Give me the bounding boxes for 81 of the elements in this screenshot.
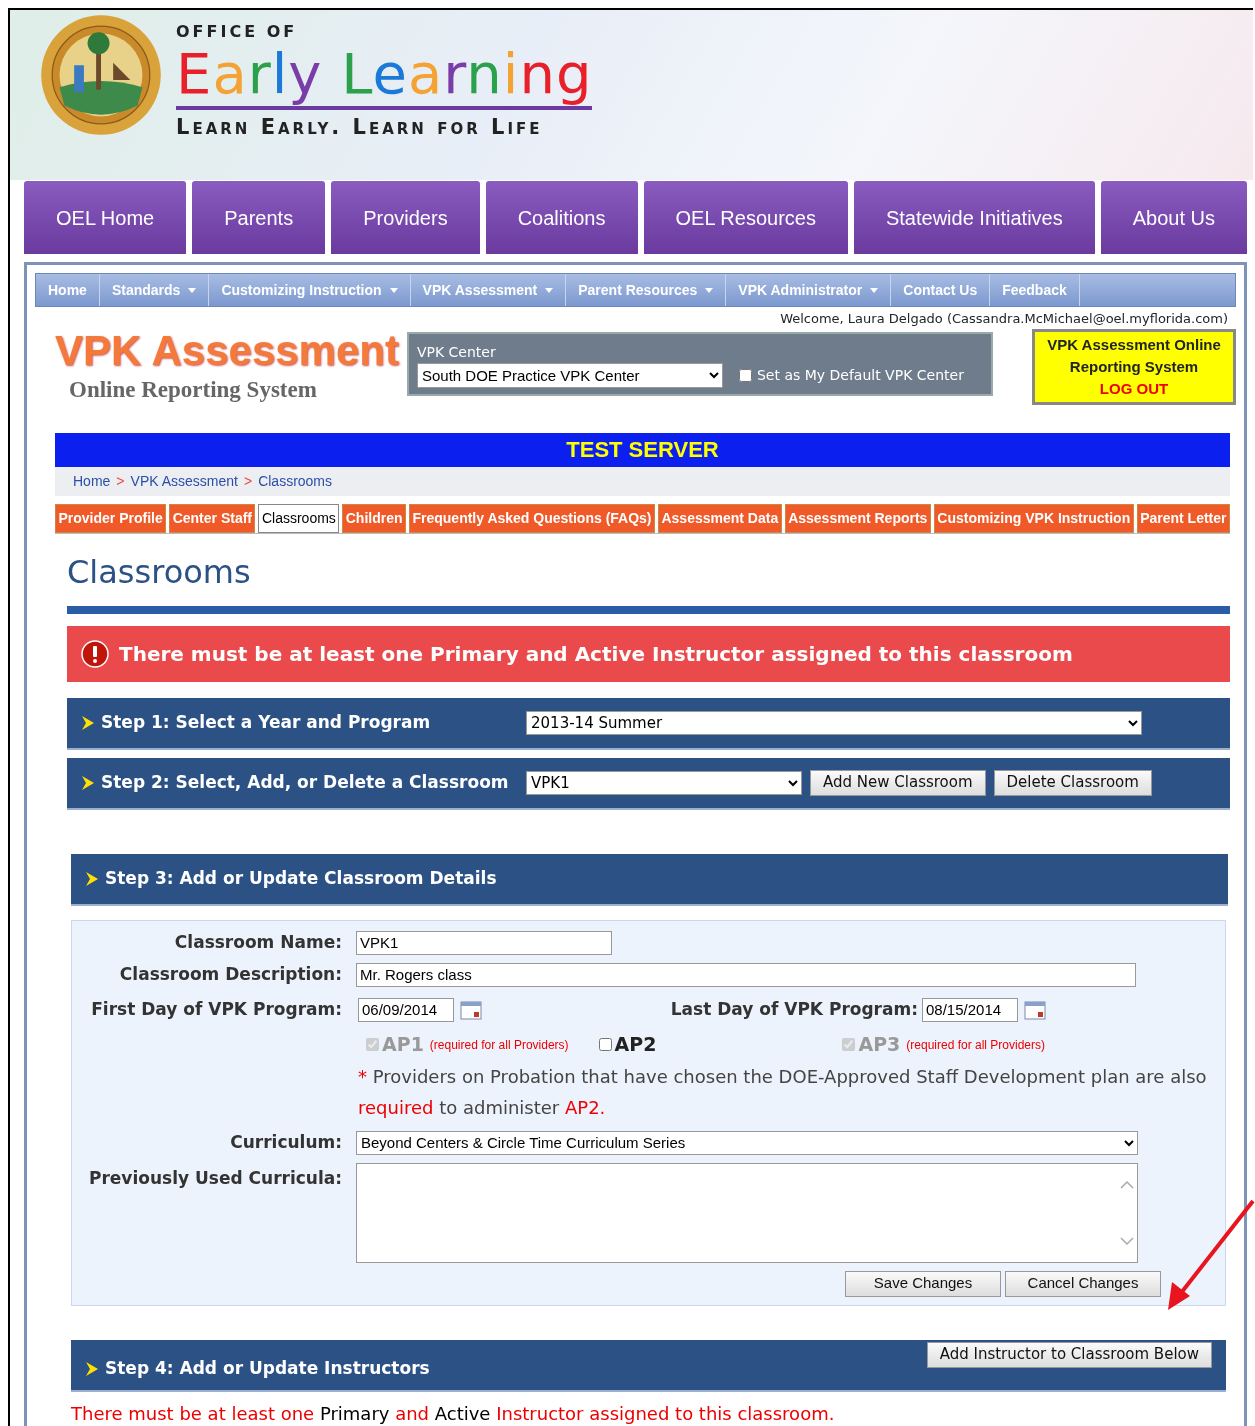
- page-title: Classrooms: [66, 551, 252, 593]
- page-tab[interactable]: Customizing VPK Instruction: [933, 503, 1134, 533]
- assessment-note: (required for all Providers): [906, 1036, 1045, 1054]
- page-tab[interactable]: Children: [342, 503, 406, 533]
- caret-icon: [870, 287, 879, 293]
- breadcrumb-link[interactable]: Home: [73, 472, 111, 489]
- warning-icon: [81, 639, 109, 668]
- assessment-checkbox[interactable]: [598, 1038, 612, 1051]
- welcome-text: Welcome, Laura Delgado (Cassandra.McMichael@oel.myflorida.com): [779, 310, 1229, 328]
- page-tab[interactable]: Assessment Data: [658, 503, 782, 533]
- classroom-button[interactable]: Delete Classroom: [993, 769, 1152, 796]
- step-title: Step 1: Select a Year and Program: [101, 710, 431, 734]
- classroom-select[interactable]: VPK1: [526, 770, 802, 795]
- instructor-notice: There must be at least one Primary and Active Instructor assigned to this classroom.: [70, 1401, 836, 1426]
- main-nav-link[interactable]: OEL Resources: [643, 181, 848, 254]
- probation-note: * Providers on Probation that have chosen the DOE-Approved Staff Development plan are also required to administer AP2.: [357, 1064, 1208, 1120]
- classroom-description-field[interactable]: Mr. Rogers class: [356, 962, 1136, 987]
- main-nav-link[interactable]: Coalitions: [485, 181, 638, 254]
- app-logo-title: VPK Assessment: [55, 328, 399, 373]
- breadcrumb-link[interactable]: Classrooms: [258, 472, 333, 489]
- caret-icon: [389, 287, 398, 293]
- page-tab[interactable]: Center Staff: [169, 503, 256, 533]
- assessment-label: AP3: [858, 1032, 901, 1058]
- assessment-note: (required for all Providers): [429, 1036, 569, 1054]
- logout-panel-title: VPK Assessment Online Reporting System: [1046, 334, 1222, 377]
- page-tab[interactable]: Frequently Asked Questions (FAQs): [409, 503, 655, 533]
- main-nav-link[interactable]: Parents: [192, 181, 326, 254]
- logo-title: Early Learning: [176, 44, 593, 110]
- default-checkbox-label: Set as My Default VPK Center: [756, 365, 964, 385]
- previous-curricula-field[interactable]: [356, 1162, 1138, 1263]
- vpk-center-label: VPK Center: [416, 342, 497, 362]
- field-label: Classroom Name:: [173, 930, 343, 954]
- assessment-label: AP2: [614, 1032, 657, 1058]
- field-label: Last Day of VPK Program:: [669, 997, 919, 1021]
- logo-tagline: Learn Early. Learn for Life: [176, 114, 544, 141]
- caret-icon: [545, 287, 554, 293]
- main-nav-link[interactable]: Statewide Initiatives: [853, 181, 1095, 254]
- logout-link[interactable]: LOG OUT: [1099, 379, 1169, 397]
- curriculum-select[interactable]: Beyond Centers & Circle Time Curriculum Series: [356, 1130, 1138, 1155]
- breadcrumb-separator: >: [116, 472, 125, 489]
- test-server-banner: TEST SERVER: [55, 432, 1230, 467]
- assessment-label: AP1: [382, 1032, 424, 1058]
- chevron-icon: [81, 714, 95, 731]
- chevron-icon: [85, 870, 99, 887]
- page-tab[interactable]: Assessment Reports: [784, 503, 931, 533]
- default-checkbox[interactable]: [738, 368, 752, 382]
- first-day-field[interactable]: 06/09/2014: [358, 997, 454, 1022]
- caret-icon: [188, 287, 197, 293]
- field-label: Classroom Description:: [118, 962, 343, 986]
- page-tab[interactable]: Classrooms: [258, 503, 340, 533]
- calendar-icon[interactable]: [1024, 1000, 1046, 1021]
- year-program-select[interactable]: 2013-14 Summer: [526, 710, 1142, 735]
- page-tab[interactable]: Parent Letter: [1136, 503, 1230, 533]
- logo-overline: OFFICE OF: [176, 21, 299, 43]
- main-nav-link[interactable]: OEL Home: [24, 181, 187, 254]
- chevron-icon: [85, 1360, 99, 1377]
- caret-icon: [705, 287, 714, 293]
- step-title: Step 2: Select, Add, or Delete a Classroom: [101, 770, 509, 794]
- main-nav-link[interactable]: About Us: [1100, 181, 1247, 254]
- classroom-button[interactable]: Add New Classroom: [810, 769, 986, 796]
- scroll-down-icon[interactable]: [1120, 1236, 1134, 1246]
- last-day-field[interactable]: 08/15/2014: [922, 997, 1018, 1022]
- form-button[interactable]: Cancel Changes: [1005, 1270, 1161, 1297]
- main-nav-link[interactable]: Providers: [331, 181, 480, 254]
- page-tab[interactable]: Provider Profile: [55, 503, 167, 533]
- field-label: Previously Used Curricula:: [88, 1166, 343, 1190]
- calendar-icon[interactable]: [460, 1000, 482, 1021]
- breadcrumb-link[interactable]: VPK Assessment: [130, 472, 238, 489]
- scroll-up-icon[interactable]: [1120, 1179, 1134, 1189]
- chevron-icon: [81, 774, 95, 791]
- step-title: Step 4: Add or Update Instructors: [105, 1356, 430, 1380]
- step-title: Step 3: Add or Update Classroom Details: [105, 866, 497, 890]
- app-logo-subtitle: Online Reporting System: [69, 375, 318, 404]
- field-label: First Day of VPK Program:: [90, 997, 343, 1021]
- breadcrumb-separator: >: [243, 472, 253, 489]
- field-label: Curriculum:: [229, 1130, 343, 1154]
- classroom-name-field[interactable]: VPK1: [356, 930, 612, 955]
- vpk-center-select[interactable]: South DOE Practice VPK Center: [416, 362, 723, 388]
- form-button[interactable]: Save Changes: [845, 1270, 1001, 1297]
- error-message: There must be at least one Primary and Active Instructor assigned to this classroom: [119, 640, 1073, 668]
- add-instructor-button[interactable]: Add Instructor to Classroom Below: [926, 1341, 1212, 1368]
